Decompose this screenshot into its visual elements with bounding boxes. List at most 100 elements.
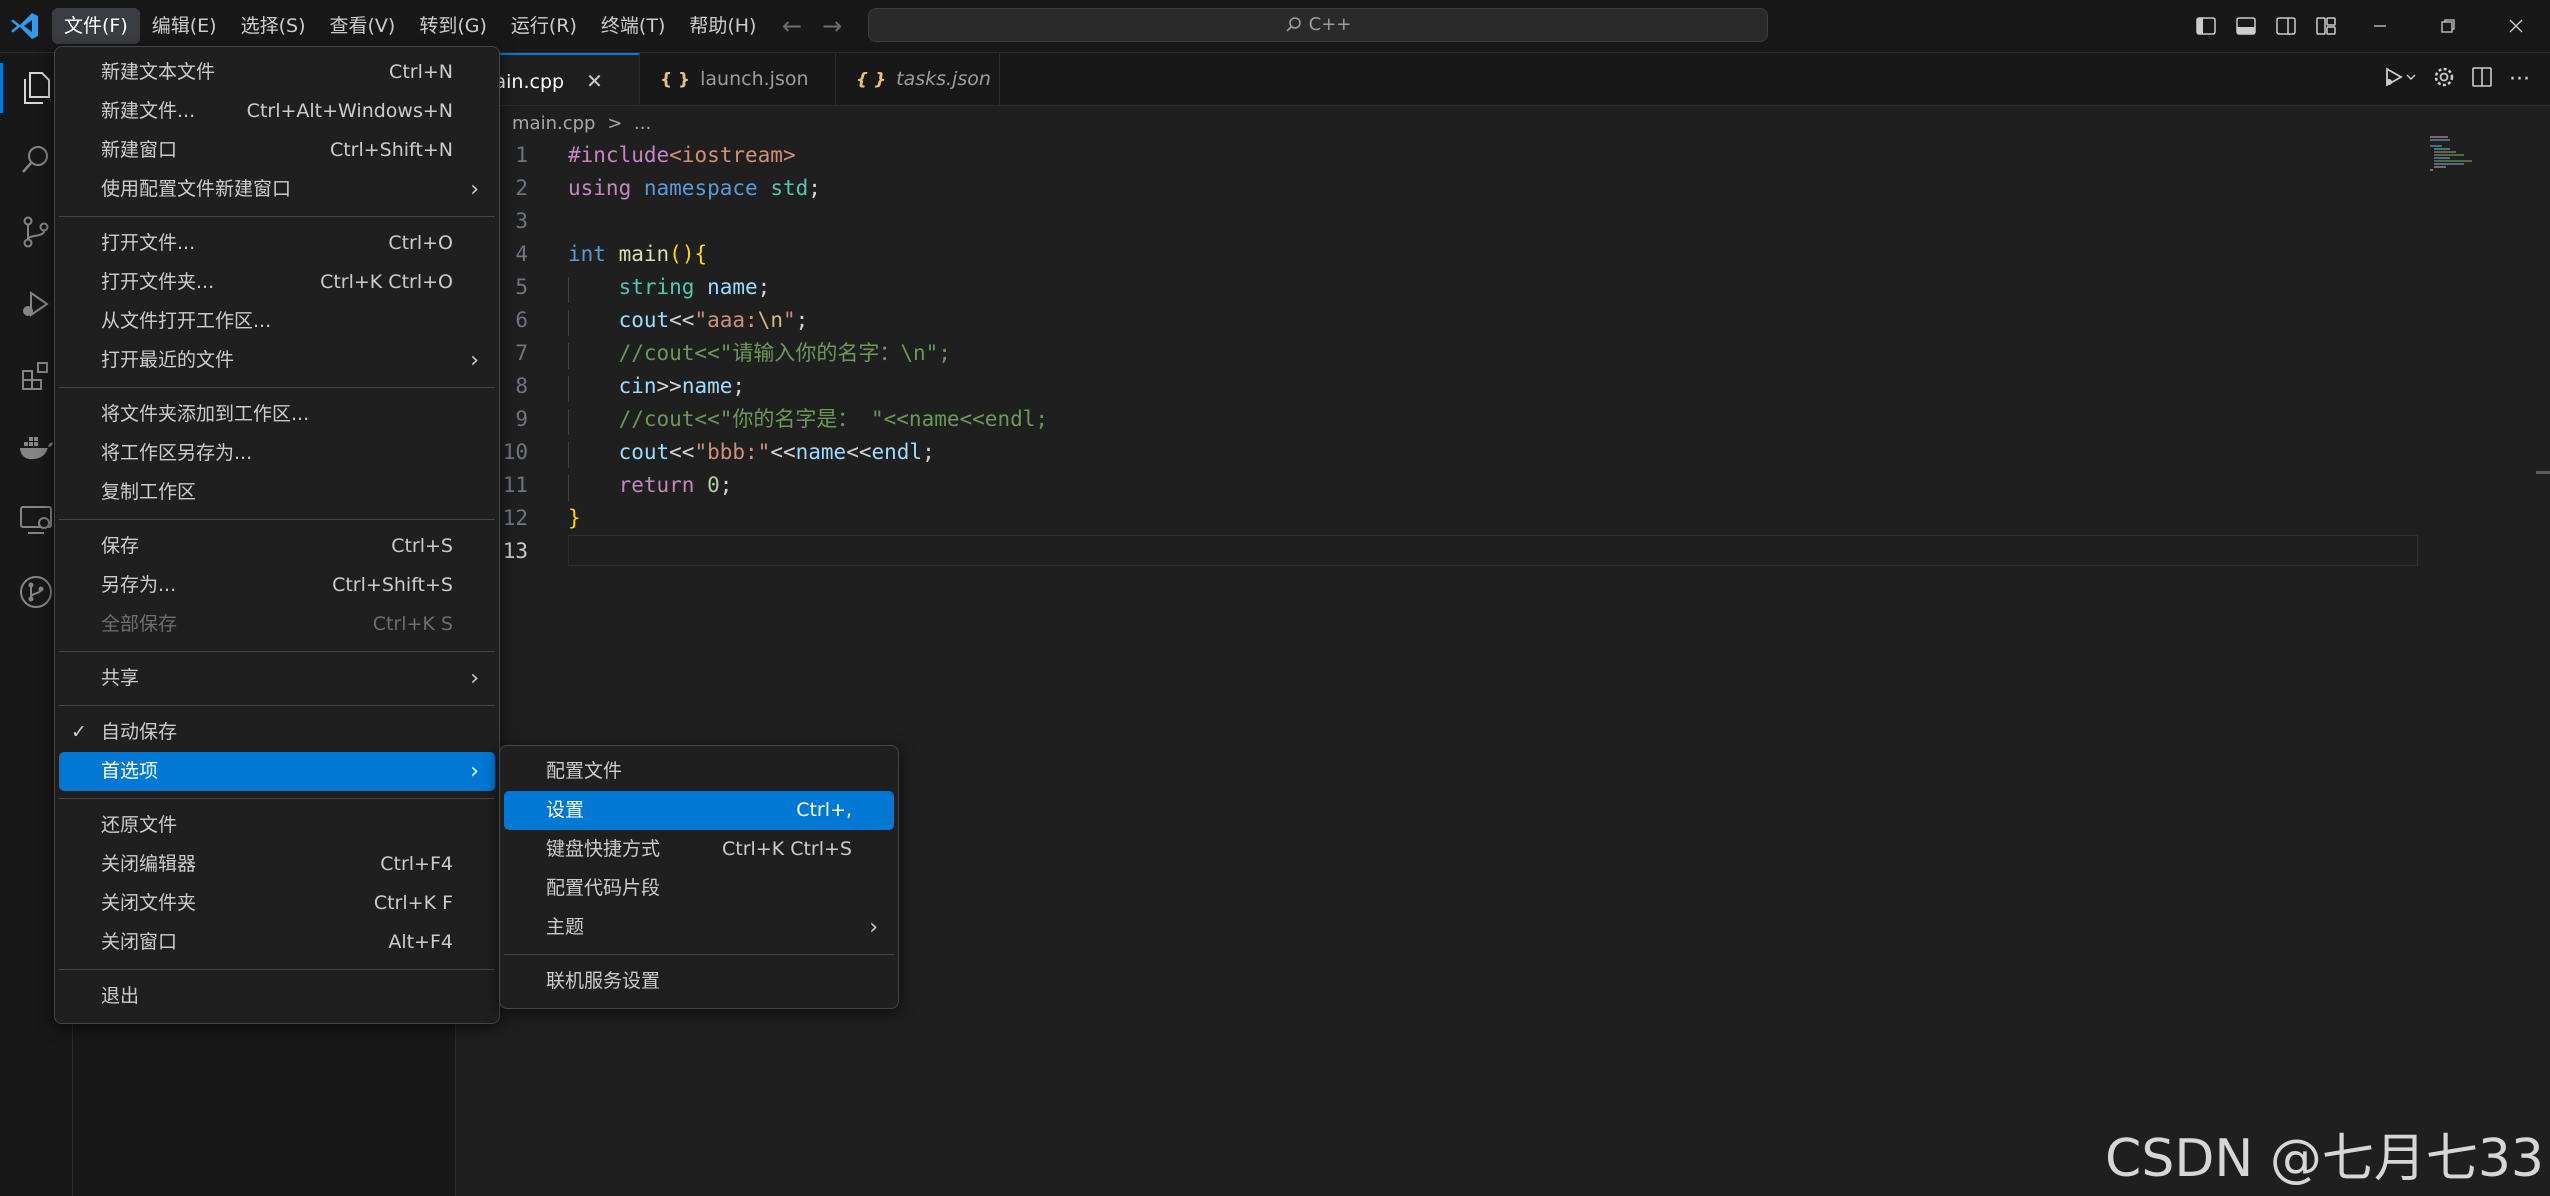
menu-item[interactable]: 还原文件 [59,806,495,845]
menubar-item[interactable]: 选择(S) [229,8,318,44]
code-line: 5 string name; [456,271,2456,304]
menu-item-label: 将文件夹添加到工作区... [101,403,310,425]
breadcrumb-file[interactable]: main.cpp [512,113,595,134]
menu-item[interactable]: 新建文件... Ctrl+Alt+Windows+N [59,92,495,131]
tab-label: tasks.json [896,68,991,90]
preferences-submenu: 配置文件设置 Ctrl+, 键盘快捷方式 Ctrl+K Ctrl+S 配置代码片段主题 ›… [499,745,899,1009]
gear-icon[interactable] [2433,66,2455,93]
menu-item-label: 配置文件 [546,760,623,782]
code-line: 9 //cout<<"你的名字是： "<<name<<endl; [456,403,2456,436]
menu-item[interactable]: 将工作区另存为... [59,434,495,473]
menu-item-shortcut: Ctrl+Alt+Windows+N [246,100,453,122]
menu-item[interactable]: 首选项 › [59,752,495,791]
menu-item-label: 配置代码片段 [546,877,661,899]
menu-separator [59,387,495,388]
menu-item[interactable]: 新建窗口 Ctrl+Shift+N [59,131,495,170]
back-arrow-icon[interactable]: ← [782,12,802,40]
menubar-item[interactable]: 帮助(H) [677,8,768,44]
menubar-item[interactable]: 编辑(E) [140,8,229,44]
menu-item[interactable]: 新建文本文件 Ctrl+N [59,53,495,92]
editor-area: main.cpp ✕ { } launch.json { } tasks.json ···… [456,53,2550,1196]
menu-item: 全部保存 Ctrl+K S [59,605,495,644]
menu-item[interactable]: 共享 › [59,659,495,698]
menu-item[interactable]: 复制工作区 [59,473,495,512]
menu-item-label: 还原文件 [101,814,178,836]
menu-item-label: 另存为... [101,574,177,596]
minimap[interactable] [2428,135,2492,175]
menubar-item[interactable]: 转到(G) [407,8,499,44]
menu-item[interactable]: 打开文件... Ctrl+O [59,224,495,263]
menu-item-label: 共享 [101,667,140,689]
code-line: 10 cout<<"bbb:"<<name<<endl; [456,436,2456,469]
more-actions-icon[interactable]: ··· [2509,67,2530,92]
close-tab-icon[interactable]: ✕ [586,69,603,93]
customize-layout-icon[interactable] [2306,0,2346,52]
command-center[interactable]: C++ [868,8,1768,42]
menu-item[interactable]: 配置文件 [504,752,894,791]
menu-item[interactable]: 关闭编辑器 Ctrl+F4 [59,845,495,884]
menu-item[interactable]: ✓ 自动保存 [59,713,495,752]
menu-item-label: 关闭文件夹 [101,892,197,914]
menu-item[interactable]: 关闭窗口 Alt+F4 [59,923,495,962]
chevron-right-icon: › [470,666,479,691]
menu-item-label: 将工作区另存为... [101,442,253,464]
forward-arrow-icon[interactable]: → [822,12,842,40]
json-file-icon: { } [660,70,691,90]
code-line: 7 //cout<<"请输入你的名字：\n"; [456,337,2456,370]
menu-item-shortcut: Ctrl+K F [373,892,453,914]
toggle-secondary-sidebar-icon[interactable] [2266,0,2306,52]
toggle-primary-sidebar-icon[interactable] [2186,0,2226,52]
menu-item[interactable]: 从文件打开工作区... [59,302,495,341]
code-line: 8 cin>>name; [456,370,2456,403]
breadcrumb-symbol[interactable]: ... [634,113,651,134]
menu-item-shortcut: Ctrl+O [388,232,453,254]
tab-actions: ··· [2383,53,2530,105]
code-editor[interactable]: 1 #include<iostream> 2 using namespace std… [456,139,2456,568]
menu-item[interactable]: 退出 [59,977,495,1016]
menu-separator [504,954,894,955]
menu-item-label: 新建文本文件 [101,61,216,83]
menu-item-label: 打开文件... [101,232,196,254]
menubar-item[interactable]: 运行(R) [499,8,589,44]
menu-item[interactable]: 打开最近的文件 › [59,341,495,380]
menu-item[interactable]: 另存为... Ctrl+Shift+S [59,566,495,605]
editor-tabs: main.cpp ✕{ } launch.json{ } tasks.json [456,53,2550,106]
menubar-item[interactable]: 文件(F) [52,8,140,44]
watermark: CSDN @七月七33 [2105,1129,2544,1189]
menu-separator [59,651,495,652]
minimize-icon[interactable] [2346,0,2414,52]
tab-launch-json[interactable]: { } launch.json [640,53,836,105]
tab-tasks-json[interactable]: { } tasks.json [836,53,1000,105]
menu-item[interactable]: 配置代码片段 [504,869,894,908]
menu-item-shortcut: Ctrl+K Ctrl+O [320,271,453,293]
toggle-panel-icon[interactable] [2226,0,2266,52]
split-editor-icon[interactable] [2471,66,2493,93]
menu-item[interactable]: 将文件夹添加到工作区... [59,395,495,434]
menu-item[interactable]: 关闭文件夹 Ctrl+K F [59,884,495,923]
menu-item[interactable]: 设置 Ctrl+, [504,791,894,830]
code-line: 4 int main(){ [456,238,2456,271]
menu-item[interactable]: 联机服务设置 [504,962,894,1001]
menu-separator [59,705,495,706]
menubar-item[interactable]: 终端(T) [589,8,677,44]
close-window-icon[interactable] [2482,0,2550,52]
restore-icon[interactable] [2414,0,2482,52]
menu-item[interactable]: 键盘快捷方式 Ctrl+K Ctrl+S [504,830,894,869]
menu-item-shortcut: Ctrl+N [389,61,453,83]
menu-item[interactable]: 使用配置文件新建窗口 › [59,170,495,209]
menu-item-label: 新建文件... [101,100,196,122]
chevron-right-icon: › [470,348,479,373]
menu-item-label: 设置 [546,799,585,821]
run-code-icon[interactable] [2383,66,2417,93]
editor-scrollbar[interactable] [2536,105,2550,1196]
file-menu: 新建文本文件 Ctrl+N 新建文件... Ctrl+Alt+Windows+N 新建窗… [54,46,500,1024]
search-icon [1286,17,1301,32]
check-icon: ✓ [71,721,87,743]
menu-item[interactable]: 主题 › [504,908,894,947]
json-file-icon: { } [856,70,887,90]
menu-item[interactable]: 保存 Ctrl+S [59,527,495,566]
menubar-item[interactable]: 查看(V) [318,8,408,44]
menu-item[interactable]: 打开文件夹... Ctrl+K Ctrl+O [59,263,495,302]
menu-item-label: 保存 [101,535,140,557]
menu-separator [59,969,495,970]
